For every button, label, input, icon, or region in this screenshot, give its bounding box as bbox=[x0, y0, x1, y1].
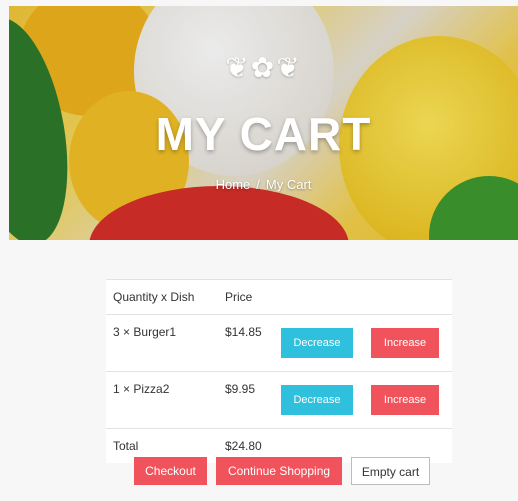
hero-banner: ❦✿❦ MY CART Home / My Cart bbox=[9, 6, 518, 240]
decrease-cell: Decrease bbox=[281, 315, 371, 372]
header-dish: Quantity x Dish bbox=[113, 290, 195, 304]
item-dish: 3 × Burger1 bbox=[106, 315, 225, 372]
table-row: 3 × Burger1 $14.85 Decrease Increase bbox=[106, 315, 452, 372]
item-dish: 1 × Pizza2 bbox=[106, 372, 225, 429]
increase-button[interactable]: Increase bbox=[371, 328, 439, 358]
page-title: MY CART bbox=[155, 108, 372, 160]
item-price: $14.85 bbox=[225, 325, 262, 339]
cart-table: Quantity x Dish Price 3 × Burger1 $14.85… bbox=[106, 279, 452, 463]
item-times: × bbox=[123, 325, 131, 339]
item-name: Pizza2 bbox=[133, 382, 170, 396]
item-times: × bbox=[123, 382, 131, 396]
breadcrumb-separator: / bbox=[256, 177, 260, 192]
item-quantity: 3 bbox=[113, 325, 120, 339]
increase-cell: Increase bbox=[371, 315, 452, 372]
header-empty bbox=[281, 280, 371, 315]
table-row: 1 × Pizza2 $9.95 Decrease Increase bbox=[106, 372, 452, 429]
ornament-icon: ❦✿❦ bbox=[225, 51, 302, 84]
item-name: Burger1 bbox=[133, 325, 177, 339]
continue-shopping-button[interactable]: Continue Shopping bbox=[216, 457, 342, 485]
header-price: Price bbox=[225, 290, 253, 304]
cart-table-container: Quantity x Dish Price 3 × Burger1 $14.85… bbox=[106, 279, 452, 463]
empty-cart-button[interactable]: Empty cart bbox=[351, 457, 430, 485]
increase-button[interactable]: Increase bbox=[371, 385, 439, 415]
breadcrumb: Home / My Cart bbox=[9, 177, 518, 192]
breadcrumb-home-link[interactable]: Home bbox=[216, 177, 251, 192]
item-quantity: 1 bbox=[113, 382, 120, 396]
increase-cell: Increase bbox=[371, 372, 452, 429]
decrease-cell: Decrease bbox=[281, 372, 371, 429]
decrease-button[interactable]: Decrease bbox=[281, 328, 353, 358]
checkout-button[interactable]: Checkout bbox=[134, 457, 207, 485]
header-empty bbox=[371, 280, 452, 315]
table-header-row: Quantity x Dish Price bbox=[106, 279, 452, 315]
breadcrumb-current: My Cart bbox=[265, 177, 312, 192]
decrease-button[interactable]: Decrease bbox=[281, 385, 353, 415]
item-price: $9.95 bbox=[225, 382, 256, 396]
